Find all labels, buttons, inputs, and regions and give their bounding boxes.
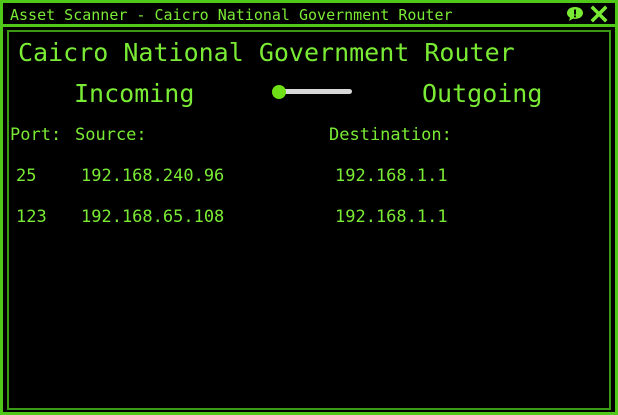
outgoing-label[interactable]: Outgoing xyxy=(422,78,542,110)
window-title: Asset Scanner - Caicro National Governme… xyxy=(10,6,453,24)
direction-toggle[interactable] xyxy=(272,84,356,100)
destination-cell: 192.168.1.1 xyxy=(335,207,448,227)
title-bar[interactable]: Asset Scanner - Caicro National Governme… xyxy=(3,3,615,27)
port-column-header: Port: xyxy=(10,125,62,145)
router-name: Caicro National Government Router xyxy=(18,38,515,67)
source-cell: 192.168.65.108 xyxy=(81,207,225,227)
toggle-knob[interactable] xyxy=(272,85,286,99)
chat-bubble-icon[interactable] xyxy=(566,6,584,22)
destination-cell: 192.168.1.1 xyxy=(335,166,448,186)
router-panel: Caicro National Government Router Incomi… xyxy=(7,30,611,410)
port-cell: 123 xyxy=(16,207,47,227)
toggle-track xyxy=(278,89,352,94)
table-row[interactable]: 25 192.168.240.96 192.168.1.1 xyxy=(9,165,609,191)
destination-column-header: Destination: xyxy=(329,125,452,145)
incoming-label[interactable]: Incoming xyxy=(74,78,194,110)
asset-scanner-window: Asset Scanner - Caicro National Governme… xyxy=(0,0,618,415)
source-column-header: Source: xyxy=(75,125,147,145)
close-icon[interactable] xyxy=(590,5,608,23)
source-cell: 192.168.240.96 xyxy=(81,166,225,186)
port-cell: 25 xyxy=(16,166,37,186)
table-row[interactable]: 123 192.168.65.108 192.168.1.1 xyxy=(9,206,609,232)
